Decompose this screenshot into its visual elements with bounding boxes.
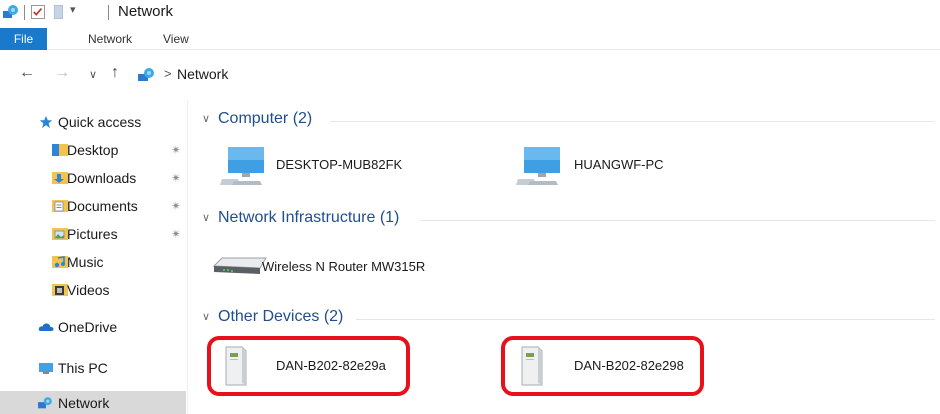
- sidebar-item-this-pc[interactable]: This PC: [0, 356, 186, 380]
- sidebar-item-label: Music: [67, 254, 104, 270]
- breadcrumb[interactable]: Network: [177, 66, 228, 82]
- new-folder-icon[interactable]: [54, 5, 63, 19]
- sidebar-item-onedrive[interactable]: OneDrive: [0, 315, 186, 339]
- group-title: Computer (2): [218, 110, 313, 127]
- group-header-other-devices[interactable]: ∨ Other Devices (2): [202, 308, 372, 330]
- videos-folder-icon: [52, 284, 68, 296]
- item-label: DAN-B202-82e298: [574, 358, 684, 373]
- sidebar-item-label: This PC: [58, 360, 108, 376]
- item-label: HUANGWF-PC: [574, 157, 664, 172]
- toolbar-separator: [108, 5, 109, 20]
- sidebar-item-label: Videos: [67, 282, 110, 298]
- properties-check-icon[interactable]: [31, 5, 45, 19]
- pin-icon[interactable]: ✴: [171, 166, 181, 190]
- list-item[interactable]: DAN-B202-82e298: [518, 345, 702, 386]
- title-bar: ▾ Network: [0, 0, 940, 24]
- chevron-down-icon[interactable]: ∨: [202, 310, 210, 323]
- sidebar-item-label: Pictures: [67, 226, 118, 242]
- cloud-icon: [38, 323, 54, 331]
- network-icon: [138, 68, 154, 81]
- music-folder-icon: [52, 256, 68, 268]
- documents-folder-icon: [52, 200, 68, 212]
- list-item[interactable]: DAN-B202-82e29a: [222, 345, 406, 386]
- sidebar-item-music[interactable]: Music: [0, 250, 186, 274]
- up-arrow-icon[interactable]: ↑: [111, 64, 119, 82]
- group-divider: [420, 220, 935, 221]
- sidebar-item-label: Documents: [67, 198, 138, 214]
- sidebar-item-desktop[interactable]: Desktop ✴: [0, 138, 186, 162]
- pictures-folder-icon: [52, 228, 68, 240]
- pin-icon[interactable]: ✴: [171, 138, 181, 162]
- group-header-network-infrastructure[interactable]: ∨ Network Infrastructure (1): [202, 209, 422, 231]
- sidebar-item-network[interactable]: Network: [0, 391, 186, 414]
- router-icon: [212, 257, 267, 274]
- group-header-computer[interactable]: ∨ Computer (2): [202, 110, 342, 132]
- forward-arrow-icon[interactable]: →: [54, 64, 70, 82]
- tab-view[interactable]: View: [163, 28, 189, 50]
- pin-icon[interactable]: ✴: [171, 222, 181, 246]
- list-item[interactable]: HUANGWF-PC: [516, 145, 796, 185]
- sidebar-item-downloads[interactable]: Downloads ✴: [0, 166, 186, 190]
- group-divider: [330, 121, 935, 122]
- toolbar-separator: [24, 5, 25, 20]
- group-title: Other Devices (2): [218, 308, 344, 325]
- window-title: Network: [118, 3, 174, 20]
- tab-file[interactable]: File: [0, 28, 47, 50]
- pin-icon[interactable]: ✴: [171, 194, 181, 218]
- address-bar: ← → ∨ ↑ > Network: [0, 62, 940, 88]
- downloads-folder-icon: [52, 172, 68, 184]
- computer-monitor-icon: [220, 147, 264, 185]
- sidebar-item-quick-access[interactable]: Quick access: [0, 110, 186, 134]
- breadcrumb-chevron-icon[interactable]: >: [164, 66, 172, 81]
- list-item[interactable]: DESKTOP-MUB82FK: [220, 145, 500, 185]
- customize-dropdown-icon[interactable]: ▾: [70, 3, 76, 16]
- star-icon: [39, 115, 53, 129]
- computer-monitor-icon: [516, 147, 560, 185]
- item-label: DAN-B202-82e29a: [276, 358, 386, 373]
- network-icon: [38, 397, 52, 409]
- sidebar-item-label: Desktop: [67, 142, 119, 158]
- item-label: Wireless N Router MW315R: [262, 259, 426, 274]
- recent-locations-chevron-icon[interactable]: ∨: [89, 68, 97, 81]
- item-label: DESKTOP-MUB82FK: [276, 157, 403, 172]
- back-arrow-icon[interactable]: ←: [19, 64, 35, 82]
- computer-icon: [39, 363, 53, 374]
- list-item[interactable]: Wireless N Router MW315R: [212, 248, 492, 288]
- device-tower-icon: [225, 346, 247, 386]
- sidebar-item-label: OneDrive: [58, 319, 118, 335]
- ribbon-tabs: File Network View: [0, 28, 940, 50]
- pane-divider[interactable]: [187, 100, 188, 414]
- network-icon[interactable]: [2, 4, 20, 20]
- group-divider: [356, 319, 935, 320]
- sidebar-item-videos[interactable]: Videos: [0, 278, 186, 302]
- tab-network[interactable]: Network: [88, 28, 132, 50]
- sidebar-item-label: Downloads: [67, 170, 137, 186]
- device-tower-icon: [521, 346, 543, 386]
- navigation-pane: Quick access Desktop ✴ Downloads ✴ Docum…: [0, 105, 186, 414]
- group-title: Network Infrastructure (1): [218, 209, 400, 226]
- sidebar-item-documents[interactable]: Documents ✴: [0, 194, 186, 218]
- sidebar-item-pictures[interactable]: Pictures ✴: [0, 222, 186, 246]
- sidebar-item-label: Quick access: [58, 114, 142, 130]
- sidebar-item-label: Network: [58, 395, 110, 411]
- chevron-down-icon[interactable]: ∨: [202, 112, 210, 125]
- desktop-folder-icon: [52, 144, 68, 156]
- chevron-down-icon[interactable]: ∨: [202, 211, 210, 224]
